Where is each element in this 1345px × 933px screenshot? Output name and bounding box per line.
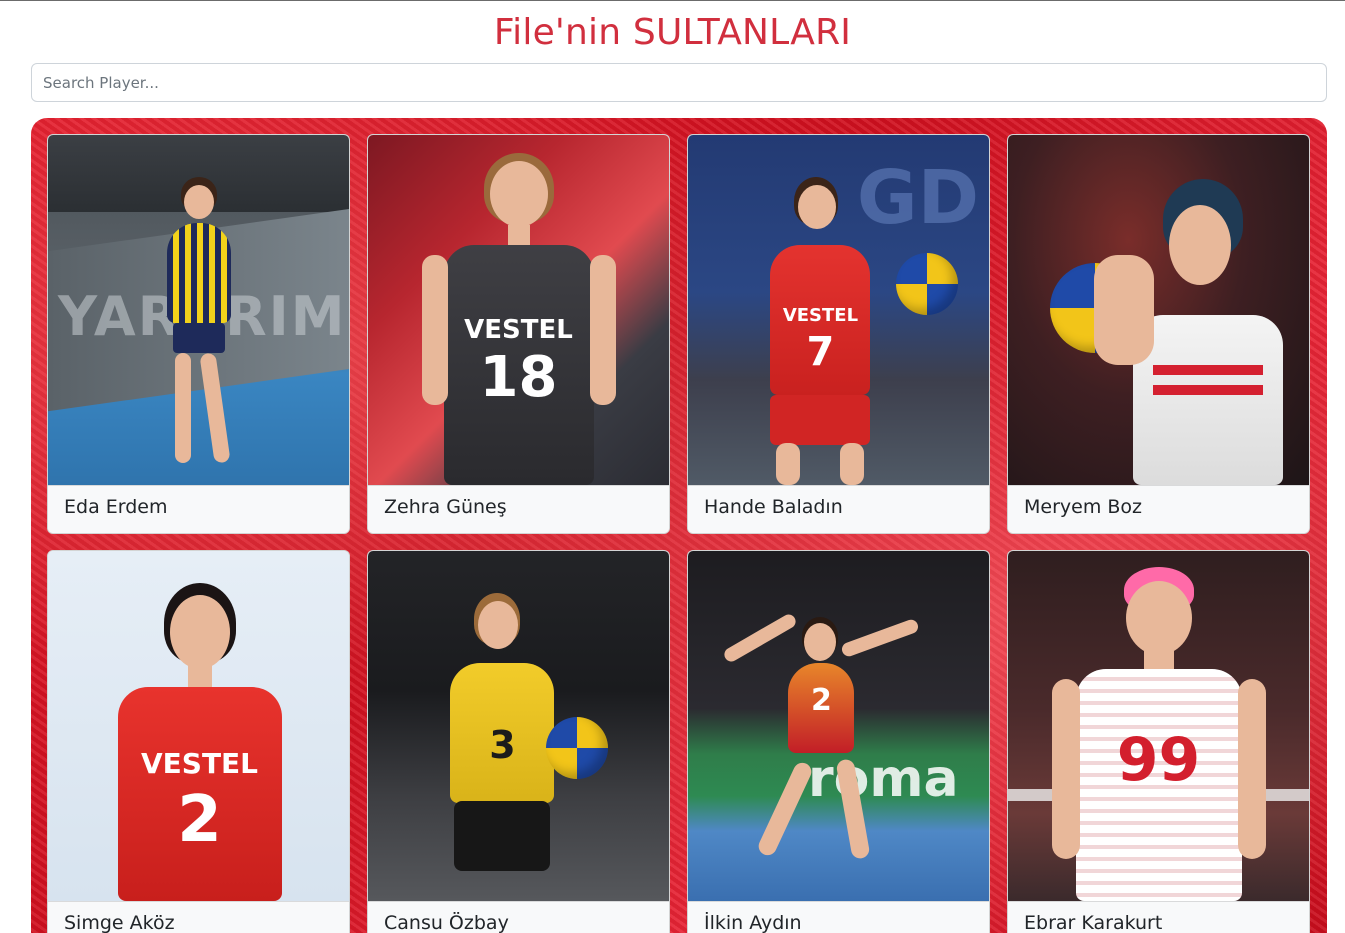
player-photo: 99 <box>1008 551 1309 901</box>
player-photo: VESTEL 18 <box>368 135 669 485</box>
player-photo: YARARIM <box>48 135 349 485</box>
players-grid: YARARIM Eda Erdem VESTEL 18 <box>31 118 1327 933</box>
player-name: Meryem Boz <box>1008 485 1309 533</box>
player-card[interactable]: VESTEL 18 Zehra Güneş <box>367 134 670 534</box>
player-photo: 3 <box>368 551 669 901</box>
player-name: Hande Baladın <box>688 485 989 533</box>
player-card[interactable]: Meryem Boz <box>1007 134 1310 534</box>
player-card[interactable]: roma 2 İlkin Aydın <box>687 550 990 933</box>
player-photo: roma 2 <box>688 551 989 901</box>
player-name: Zehra Güneş <box>368 485 669 533</box>
player-name: İlkin Aydın <box>688 901 989 933</box>
player-name: Simge Aköz <box>48 901 349 933</box>
page-title: File'nin SULTANLARI <box>493 12 852 53</box>
player-photo: GD VESTEL 7 <box>688 135 989 485</box>
player-card[interactable]: YARARIM Eda Erdem <box>47 134 350 534</box>
player-name: Cansu Özbay <box>368 901 669 933</box>
player-card[interactable]: VESTEL 2 Simge Aköz <box>47 550 350 933</box>
player-card[interactable]: 3 Cansu Özbay <box>367 550 670 933</box>
player-photo: VESTEL 2 <box>48 551 349 901</box>
player-photo <box>1008 135 1309 485</box>
player-card[interactable]: GD VESTEL 7 Hande Baladın <box>687 134 990 534</box>
search-input[interactable] <box>31 63 1327 102</box>
player-name: Eda Erdem <box>48 485 349 533</box>
player-name: Ebrar Karakurt <box>1008 901 1309 933</box>
player-card[interactable]: 99 Ebrar Karakurt <box>1007 550 1310 933</box>
